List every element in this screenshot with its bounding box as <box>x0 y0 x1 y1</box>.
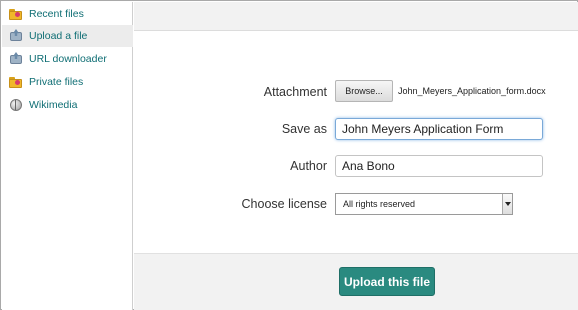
sidebar-item-label: URL downloader <box>29 53 107 65</box>
license-label: Choose license <box>241 197 327 211</box>
sidebar-item-label: Upload a file <box>29 30 88 42</box>
author-label: Author <box>290 159 327 173</box>
file-picker-dialog: Recent files Upload a file URL downloade… <box>0 0 578 310</box>
attachment-filename: John_Meyers_Application_form.docx <box>398 86 546 96</box>
browse-button[interactable]: Browse... <box>335 80 393 102</box>
globe-icon <box>9 98 23 112</box>
author-input[interactable] <box>335 155 543 177</box>
sidebar-item-private-files[interactable]: Private files <box>2 71 133 93</box>
save-as-input[interactable] <box>335 118 543 140</box>
toolbar <box>134 2 578 31</box>
folder-icon <box>9 7 23 21</box>
sidebar-item-wikimedia[interactable]: Wikimedia <box>2 94 133 116</box>
sidebar-item-label: Recent files <box>29 8 84 20</box>
license-select[interactable]: All rights reserved <box>335 193 513 215</box>
chevron-down-icon[interactable] <box>502 194 512 214</box>
upload-this-file-button[interactable]: Upload this file <box>339 267 435 296</box>
save-as-label: Save as <box>281 122 327 136</box>
sidebar-item-recent-files[interactable]: Recent files <box>2 3 133 25</box>
sidebar-item-upload-a-file[interactable]: Upload a file <box>2 25 133 47</box>
upload-icon <box>9 52 23 66</box>
upload-form <box>134 31 578 253</box>
license-selected-value: All rights reserved <box>343 199 416 209</box>
sidebar-item-label: Wikimedia <box>29 99 78 111</box>
sidebar-item-url-downloader[interactable]: URL downloader <box>2 48 133 70</box>
sidebar-item-label: Private files <box>29 76 84 88</box>
attachment-label: Attachment <box>263 85 327 99</box>
folder-icon <box>9 75 23 89</box>
repository-sidebar: Recent files Upload a file URL downloade… <box>2 2 133 310</box>
upload-icon <box>9 29 23 43</box>
